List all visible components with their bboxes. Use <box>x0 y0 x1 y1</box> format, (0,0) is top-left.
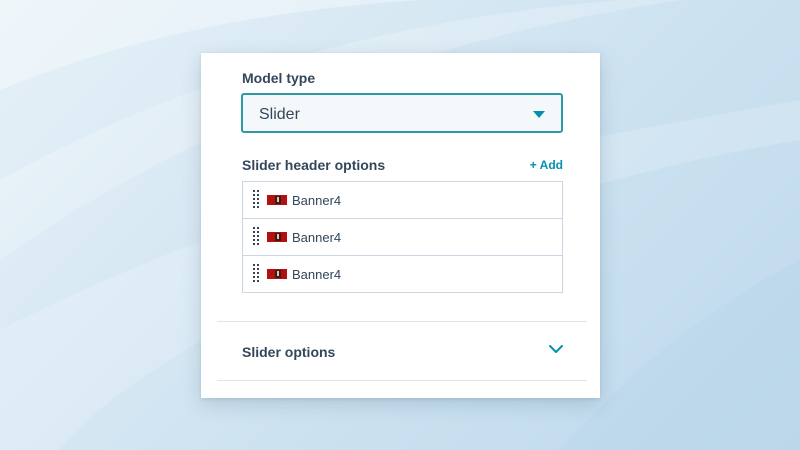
list-item[interactable]: Banner4 <box>243 182 562 219</box>
banner-thumbnail-icon <box>267 195 287 205</box>
slider-settings-panel: Model type Slider Slider header options … <box>201 53 600 398</box>
model-type-selected-value: Slider <box>259 106 300 123</box>
list-item-label: Banner4 <box>292 193 342 208</box>
slider-header-options-list: Banner4 Banner4 Banner4 <box>242 181 563 293</box>
drag-handle-icon[interactable] <box>253 264 259 284</box>
slider-options-section-toggle[interactable]: Slider options <box>217 322 587 380</box>
banner-thumbnail-icon <box>267 232 287 242</box>
drag-handle-icon[interactable] <box>253 190 259 210</box>
section-divider <box>217 380 587 381</box>
model-type-select[interactable]: Slider <box>241 93 563 133</box>
slider-header-options-label: Slider header options <box>242 157 386 173</box>
slider-options-title: Slider options <box>242 344 336 360</box>
chevron-down-icon <box>549 345 563 353</box>
list-item-label: Banner4 <box>292 230 342 245</box>
banner-thumbnail-icon <box>267 269 287 279</box>
add-header-option-link[interactable]: + Add <box>530 158 563 172</box>
caret-down-icon <box>533 111 545 118</box>
list-item[interactable]: Banner4 <box>243 219 562 256</box>
list-item-label: Banner4 <box>292 267 342 282</box>
model-type-label: Model type <box>242 70 316 86</box>
list-item[interactable]: Banner4 <box>243 256 562 292</box>
drag-handle-icon[interactable] <box>253 227 259 247</box>
